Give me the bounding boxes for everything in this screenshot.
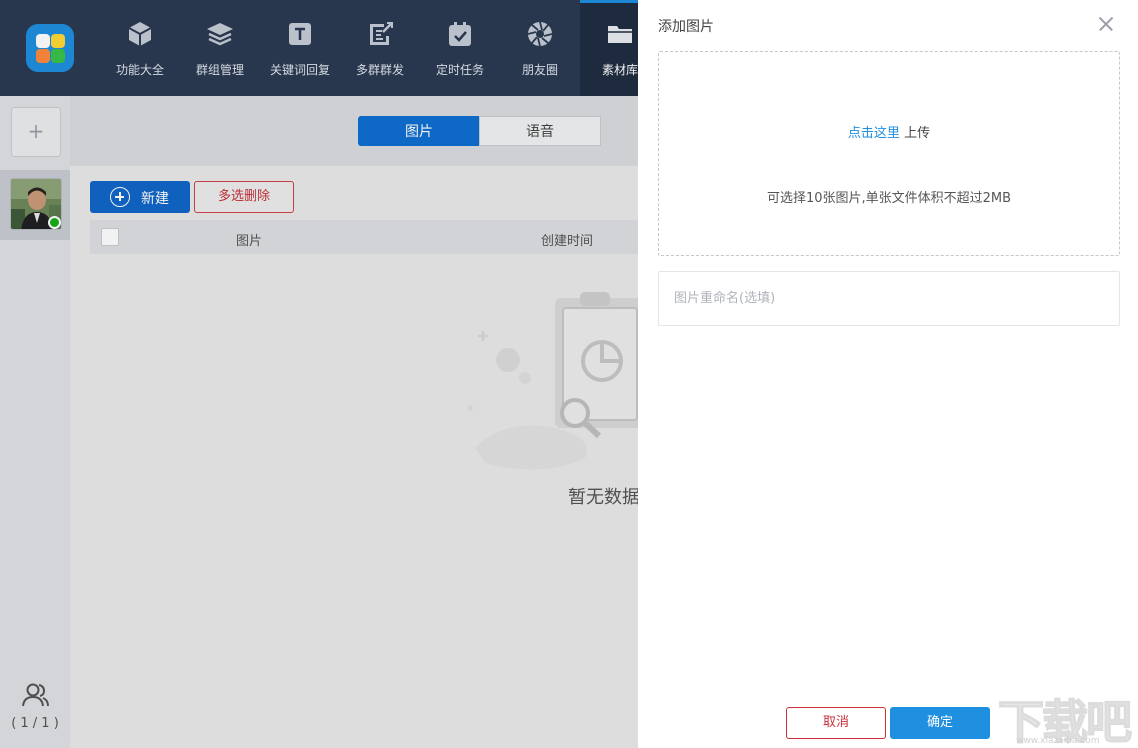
upload-prompt: 点击这里 上传 (659, 122, 1119, 141)
add-image-panel: 添加图片 点击这里 上传 可选择10张图片,单张文件体积不超过2MB 取消 确定 (638, 0, 1138, 748)
new-button-label: 新建 (141, 191, 169, 207)
online-status-dot (48, 216, 61, 229)
calendar-check-icon (449, 22, 471, 46)
nav-item-moments[interactable]: 朋友圈 (500, 0, 580, 96)
nav-item-scheduled-tasks[interactable]: 定时任务 (420, 0, 500, 96)
nav-label: 朋友圈 (521, 63, 558, 77)
camera-aperture-icon (527, 21, 553, 47)
nav-item-keyword-reply[interactable]: 关键词回复 (260, 0, 340, 96)
rename-input[interactable] (658, 271, 1120, 326)
account-item[interactable] (0, 170, 70, 240)
nav-item-features[interactable]: 功能大全 (100, 0, 180, 96)
nav-label: 关键词回复 (269, 63, 330, 77)
upload-hint: 可选择10张图片,单张文件体积不超过2MB (766, 191, 1012, 206)
new-button[interactable]: 新建 (90, 181, 190, 213)
app-logo (26, 24, 74, 72)
column-header-image: 图片 (236, 234, 263, 249)
layers-icon (207, 23, 233, 46)
upload-action-text: 上传 (904, 126, 931, 141)
nav-label: 功能大全 (115, 63, 164, 77)
text-t-icon (289, 23, 311, 45)
account-sidebar: + ( 1 / 1 ) (0, 96, 70, 748)
nav-label: 群组管理 (195, 63, 244, 77)
upload-link[interactable]: 点击这里 (848, 126, 900, 141)
people-icon (22, 683, 49, 707)
cancel-button[interactable]: 取消 (786, 707, 886, 739)
tab-voice[interactable]: 语音 (479, 116, 601, 146)
empty-state-text: 暂无数据 (568, 487, 640, 508)
multi-delete-button[interactable]: 多选删除 (194, 181, 294, 213)
close-icon[interactable] (1097, 15, 1115, 33)
plus-circle-icon (110, 187, 130, 207)
nav-label: 定时任务 (435, 63, 484, 77)
nav-item-group-management[interactable]: 群组管理 (180, 0, 260, 96)
add-account-button[interactable]: + (11, 107, 61, 157)
folder-icon (608, 26, 632, 43)
nav-item-multi-group-send[interactable]: 多群群发 (340, 0, 420, 96)
panel-title: 添加图片 (658, 19, 714, 35)
select-all-checkbox[interactable] (101, 228, 119, 246)
empty-clipboard-illustration (467, 292, 645, 470)
cube-icon (128, 22, 152, 46)
column-header-created-time: 创建时间 (541, 234, 594, 249)
upload-dropzone[interactable]: 点击这里 上传 可选择10张图片,单张文件体积不超过2MB (658, 51, 1120, 256)
nav-label: 多群群发 (355, 63, 404, 77)
broadcast-edit-icon (370, 22, 393, 45)
tab-images[interactable]: 图片 (358, 116, 480, 146)
confirm-button[interactable]: 确定 (890, 707, 990, 739)
account-count: ( 1 / 1 ) (11, 716, 59, 731)
